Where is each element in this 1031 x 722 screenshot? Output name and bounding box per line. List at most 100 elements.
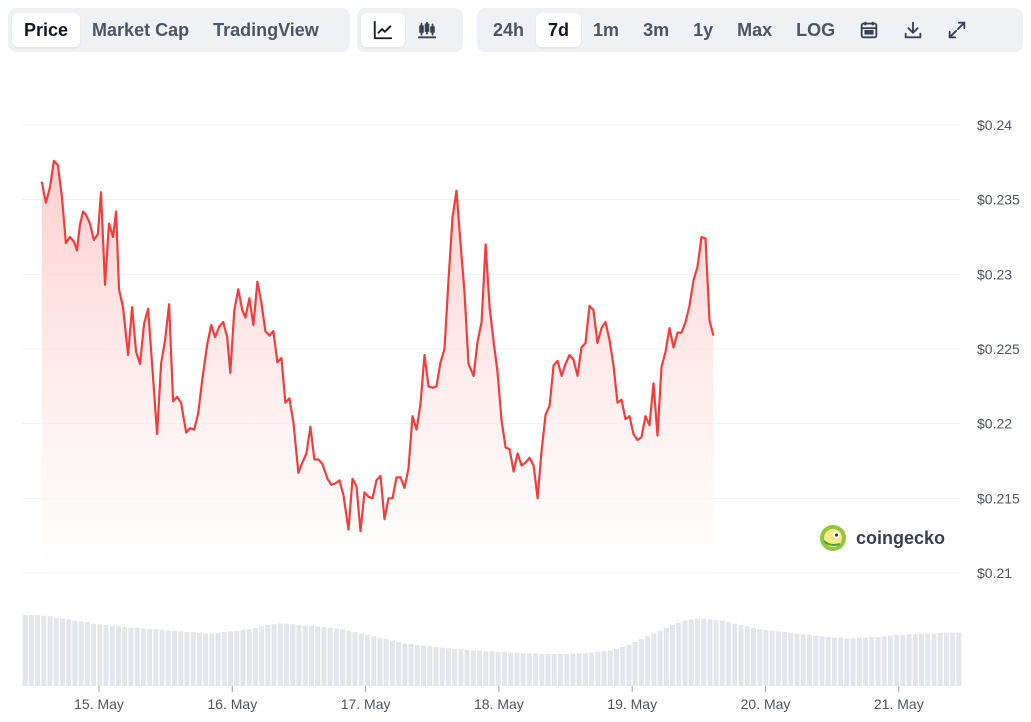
x-tick-label: 16. May: [207, 696, 257, 712]
volume-bars: [22, 615, 962, 686]
y-tick-label: $0.225: [977, 341, 1020, 357]
volume-bar: [389, 640, 395, 686]
y-tick-label: $0.23: [977, 266, 1012, 282]
volume-bar: [228, 631, 234, 686]
volume-bar: [190, 632, 196, 686]
log-scale-toggle[interactable]: LOG: [784, 13, 847, 47]
volume-bar: [657, 630, 663, 686]
volume-bar: [881, 636, 887, 686]
volume-bar: [209, 633, 215, 686]
y-tick-label: $0.22: [977, 416, 1012, 432]
volume-bar: [912, 634, 918, 686]
volume-bar: [333, 628, 339, 686]
volume-bar: [284, 623, 290, 686]
volume-bar: [819, 636, 825, 686]
volume-bar: [595, 651, 601, 686]
volume-bar: [470, 650, 476, 686]
volume-bar: [458, 649, 464, 686]
volume-bar: [203, 633, 209, 686]
volume-bar: [651, 633, 657, 686]
range-1y[interactable]: 1y: [681, 13, 725, 47]
volume-bar: [265, 624, 271, 686]
volume-bar: [140, 628, 146, 686]
calendar-button[interactable]: [847, 13, 891, 47]
x-tick-label: 18. May: [474, 696, 524, 712]
line-chart-icon: [373, 20, 393, 40]
volume-bar: [844, 638, 850, 686]
y-tick-label: $0.21: [977, 565, 1012, 581]
volume-bar: [445, 648, 451, 686]
volume-bar: [439, 647, 445, 686]
volume-bar: [545, 654, 551, 686]
volume-bar: [122, 627, 128, 686]
range-7d[interactable]: 7d: [536, 13, 582, 47]
volume-bar: [28, 615, 34, 686]
volume-bar: [321, 627, 327, 686]
candlestick-chart-button[interactable]: [405, 13, 449, 47]
download-icon: [904, 21, 922, 39]
volume-bar: [421, 645, 427, 686]
volume-bar: [103, 624, 109, 686]
volume-bar: [632, 641, 638, 686]
volume-bar: [377, 637, 383, 686]
volume-bar: [483, 651, 489, 686]
volume-bar: [259, 626, 265, 686]
volume-bar: [489, 651, 495, 686]
volume-bar: [352, 632, 358, 686]
volume-bar: [371, 636, 377, 686]
volume-bar: [906, 634, 912, 686]
x-tick-label: 19. May: [607, 696, 657, 712]
volume-bar: [346, 630, 352, 686]
volume-bar: [41, 615, 47, 686]
volume-bar: [221, 632, 227, 686]
volume-bar: [607, 650, 613, 686]
volume-bar: [134, 627, 140, 686]
volume-bar: [564, 654, 570, 686]
volume-bar: [153, 629, 159, 686]
volume-bar: [47, 616, 53, 686]
line-chart-button[interactable]: [361, 13, 405, 47]
range-1m[interactable]: 1m: [581, 13, 631, 47]
volume-bar: [383, 639, 389, 686]
volume-bar: [53, 617, 59, 686]
tab-tradingview[interactable]: TradingView: [201, 13, 331, 47]
volume-bar: [396, 641, 402, 686]
tab-market-cap[interactable]: Market Cap: [80, 13, 201, 47]
y-tick-label: $0.24: [977, 117, 1012, 133]
range-max[interactable]: Max: [725, 13, 784, 47]
volume-bar: [582, 653, 588, 686]
volume-bar: [862, 637, 869, 686]
volume-bar: [894, 634, 900, 686]
range-group: 24h 7d 1m 3m 1y Max LOG: [477, 8, 1023, 52]
volume-bar: [526, 653, 532, 686]
volume-bar: [713, 619, 719, 686]
volume-bar: [750, 627, 756, 686]
volume-bar: [302, 625, 308, 686]
volume-bar: [831, 637, 837, 686]
volume-bar: [919, 633, 925, 686]
volume-bar: [775, 631, 781, 686]
download-button[interactable]: [891, 13, 935, 47]
volume-bar: [408, 644, 414, 686]
range-24h[interactable]: 24h: [481, 13, 536, 47]
chart-type-group: [357, 8, 463, 52]
volume-bar: [159, 629, 165, 686]
watermark-text: coingecko: [856, 528, 945, 548]
volume-bar: [638, 639, 644, 686]
volume-bar: [937, 632, 943, 686]
volume-bar: [950, 632, 956, 686]
volume-bar: [35, 615, 41, 686]
volume-bar: [340, 629, 346, 686]
volume-bar: [769, 630, 775, 686]
volume-bar: [147, 629, 153, 686]
volume-bar: [570, 653, 576, 686]
range-3m[interactable]: 3m: [631, 13, 681, 47]
volume-bar: [900, 634, 906, 686]
fullscreen-button[interactable]: [935, 13, 979, 47]
fullscreen-icon: [948, 21, 966, 39]
tab-price[interactable]: Price: [12, 13, 81, 47]
volume-bar: [757, 629, 763, 686]
metric-tab-group: Price Market Cap TradingView: [8, 8, 350, 52]
volume-bar: [813, 635, 819, 686]
volume-bar: [234, 630, 240, 686]
